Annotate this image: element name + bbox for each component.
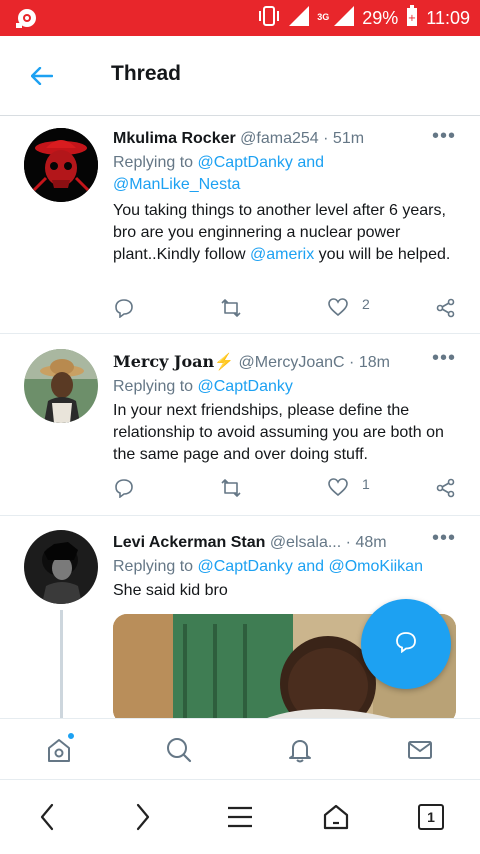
battery-percent: 29% <box>362 7 399 28</box>
svg-text:+: + <box>408 13 416 24</box>
author-name[interactable]: Levi Ackerman Stan <box>113 534 265 551</box>
browser-back-icon[interactable] <box>30 800 64 834</box>
more-icon[interactable]: ••• <box>432 347 456 370</box>
timestamp[interactable]: 51m <box>333 130 364 147</box>
browser-toolbar: 1 <box>0 780 480 854</box>
author-handle[interactable]: @fama254 <box>240 130 319 147</box>
timestamp[interactable]: 18m <box>359 354 390 371</box>
replying-label: Replying to <box>113 154 198 171</box>
avatar[interactable] <box>24 349 98 423</box>
reply-mention-link[interactable]: @CaptDanky and <box>198 154 325 171</box>
separator: · <box>345 534 351 551</box>
share-icon[interactable] <box>436 475 456 501</box>
browser-home-icon[interactable] <box>319 800 353 834</box>
reply-mention-link[interactable]: @CaptDanky <box>198 378 293 395</box>
battery-icon: + <box>406 4 418 32</box>
tweet-1[interactable]: Mkulima Rocker @fama254 · 51m Replying t… <box>0 117 480 334</box>
tweet-text: In your next friendships, please define … <box>113 402 444 463</box>
bottom-nav <box>0 718 480 780</box>
separator: · <box>323 130 329 147</box>
compose-icon <box>395 631 417 658</box>
separator: · <box>349 354 355 371</box>
author-name[interactable]: Mkulima Rocker <box>113 130 236 147</box>
browser-menu-icon[interactable] <box>223 800 257 834</box>
more-icon[interactable]: ••• <box>432 125 456 148</box>
tab-count: 1 <box>418 804 444 830</box>
mention-link[interactable]: @amerix <box>250 246 314 263</box>
reply-icon[interactable] <box>114 475 134 501</box>
reply-mention-link[interactable]: @ManLike_Nesta <box>113 176 240 193</box>
vibrate-icon <box>257 5 281 32</box>
back-arrow-icon[interactable] <box>26 60 58 92</box>
page-title: Thread <box>111 62 182 85</box>
retweet-icon[interactable] <box>220 295 242 321</box>
replying-label: Replying to <box>113 378 198 395</box>
notification-dot <box>66 731 76 741</box>
replying-label: Replying to <box>113 558 198 575</box>
avatar[interactable] <box>24 128 98 202</box>
author-handle[interactable]: @elsala... <box>270 534 341 551</box>
network-type: 3G <box>317 11 330 22</box>
author-handle[interactable]: @MercyJoanC <box>239 354 345 371</box>
mobile-signal-icon: 3G <box>317 5 355 31</box>
timestamp[interactable]: 48m <box>355 534 386 551</box>
thread-header: Thread <box>0 36 480 116</box>
author-name[interactable]: Mercy Joan⚡ <box>113 352 234 371</box>
like-count: 1 <box>362 476 370 492</box>
browser-tabs-button[interactable]: 1 <box>414 800 448 834</box>
clock: 11:09 <box>426 7 470 28</box>
like-count: 2 <box>362 296 370 312</box>
compose-button[interactable] <box>361 599 451 689</box>
more-icon[interactable]: ••• <box>432 527 456 550</box>
reply-icon[interactable] <box>114 295 134 321</box>
home-icon[interactable] <box>42 731 76 767</box>
camera-icon <box>14 7 38 29</box>
signal-icon <box>289 5 310 31</box>
like-button[interactable]: 1 <box>328 475 370 501</box>
tweet-2[interactable]: Mercy Joan⚡ @MercyJoanC · 18m Replying t… <box>0 335 480 516</box>
bell-icon[interactable] <box>283 733 317 767</box>
tweet-text: You taking things to another level after… <box>113 202 451 263</box>
retweet-icon[interactable] <box>220 475 242 501</box>
heart-icon <box>328 477 348 499</box>
share-icon[interactable] <box>436 295 456 321</box>
thread-connector-line <box>60 610 63 718</box>
avatar[interactable] <box>24 530 98 604</box>
heart-icon <box>328 297 348 319</box>
like-button[interactable]: 2 <box>328 295 370 321</box>
mail-icon[interactable] <box>403 733 437 767</box>
search-icon[interactable] <box>162 733 196 767</box>
browser-forward-icon[interactable] <box>126 800 160 834</box>
status-bar: 3G 29% + 11:09 <box>0 0 480 36</box>
reply-mention-link[interactable]: @CaptDanky and @OmoKiikan <box>198 558 423 575</box>
